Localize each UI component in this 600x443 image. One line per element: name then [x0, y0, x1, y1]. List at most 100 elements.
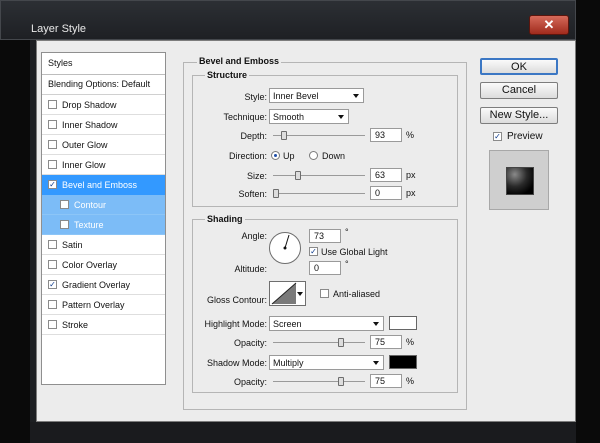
style-item-inner-glow[interactable]: Inner Glow	[42, 155, 165, 175]
direction-up-radio[interactable]	[271, 151, 280, 160]
style-item-texture[interactable]: Texture	[42, 215, 165, 235]
ok-button[interactable]: OK	[480, 58, 558, 75]
blending-options-item[interactable]: Blending Options: Default	[42, 75, 165, 95]
outer-glow-checkbox[interactable]	[48, 140, 57, 149]
gloss-contour-label: Gloss Contour:	[206, 295, 267, 305]
texture-checkbox[interactable]	[60, 220, 69, 229]
style-item-label: Inner Shadow	[62, 120, 118, 130]
style-item-stroke[interactable]: Stroke	[42, 315, 165, 335]
shadow-opacity-slider-handle[interactable]	[337, 377, 344, 386]
style-item-label: Inner Glow	[62, 160, 106, 170]
chevron-down-icon	[373, 322, 379, 326]
technique-label: Technique:	[223, 112, 267, 122]
size-slider-handle[interactable]	[294, 171, 301, 180]
soften-input[interactable]: 0	[370, 186, 402, 200]
window-bottom-border	[30, 422, 576, 443]
style-item-label: Stroke	[62, 320, 89, 330]
highlight-opacity-unit: %	[406, 337, 415, 347]
soften-slider-track[interactable]	[273, 193, 365, 194]
close-button[interactable]: ✕	[529, 15, 569, 35]
style-item-drop-shadow[interactable]: Drop Shadow	[42, 95, 165, 115]
close-icon: ✕	[543, 17, 555, 32]
highlight-opacity-input[interactable]: 75	[370, 335, 402, 349]
new-style-button[interactable]: New Style...	[480, 107, 558, 124]
color-overlay-checkbox[interactable]	[48, 260, 57, 269]
preview-swatch	[489, 150, 549, 210]
shadow-opacity-input[interactable]: 75	[370, 374, 402, 388]
gloss-contour-picker[interactable]	[269, 281, 306, 306]
shadow-color-swatch[interactable]	[389, 355, 417, 369]
angle-input[interactable]: 73	[309, 229, 341, 243]
altitude-label: Altitude:	[234, 264, 267, 274]
anti-aliased-checkbox[interactable]	[320, 289, 329, 298]
direction-down-label: Down	[322, 151, 346, 161]
style-item-label: Drop Shadow	[62, 100, 117, 110]
chevron-down-icon	[373, 361, 379, 365]
style-item-gradient-overlay[interactable]: ✓ Gradient Overlay	[42, 275, 165, 295]
style-dropdown[interactable]: Inner Bevel	[269, 88, 364, 103]
depth-slider-handle[interactable]	[280, 131, 287, 140]
shadow-mode-dropdown[interactable]: Multiply	[269, 355, 384, 370]
size-slider-track[interactable]	[273, 175, 365, 176]
direction-up-label: Up	[283, 151, 295, 161]
angle-dial-icon	[283, 234, 290, 250]
angle-label: Angle:	[241, 231, 267, 241]
styles-header[interactable]: Styles	[42, 53, 165, 75]
bevel-emboss-title: Bevel and Emboss	[197, 56, 282, 66]
size-input[interactable]: 63	[370, 168, 402, 182]
depth-input[interactable]: 93	[370, 128, 402, 142]
highlight-mode-label: Highlight Mode:	[204, 319, 267, 329]
shadow-opacity-slider-track[interactable]	[273, 381, 365, 382]
style-item-inner-shadow[interactable]: Inner Shadow	[42, 115, 165, 135]
direction-label: Direction:	[228, 151, 267, 161]
drop-shadow-checkbox[interactable]	[48, 100, 57, 109]
inner-shadow-checkbox[interactable]	[48, 120, 57, 129]
soften-slider-handle[interactable]	[273, 189, 279, 198]
gradient-overlay-checkbox[interactable]: ✓	[48, 280, 57, 289]
anti-aliased-label: Anti-aliased	[333, 289, 381, 299]
style-item-contour[interactable]: Contour	[42, 195, 165, 215]
cancel-button[interactable]: Cancel	[480, 82, 558, 99]
style-item-label: Contour	[74, 200, 107, 210]
highlight-mode-dropdown[interactable]: Screen	[269, 316, 384, 331]
pattern-overlay-checkbox[interactable]	[48, 300, 57, 309]
altitude-unit: °	[345, 259, 349, 269]
style-item-label: Texture	[74, 220, 104, 230]
direction-down-radio[interactable]	[309, 151, 318, 160]
title-bar: Layer Style ✕	[0, 0, 576, 40]
styles-list: Styles Blending Options: Default Drop Sh…	[41, 52, 166, 385]
altitude-input[interactable]: 0	[309, 261, 341, 275]
bevel-emboss-checkbox[interactable]: ✓	[48, 180, 57, 189]
stroke-checkbox[interactable]	[48, 320, 57, 329]
use-global-light-checkbox[interactable]: ✓	[309, 247, 318, 256]
style-item-outer-glow[interactable]: Outer Glow	[42, 135, 165, 155]
technique-dropdown[interactable]: Smooth	[269, 109, 349, 124]
satin-checkbox[interactable]	[48, 240, 57, 249]
technique-dropdown-value: Smooth	[273, 112, 305, 122]
angle-unit: °	[345, 227, 349, 237]
style-item-color-overlay[interactable]: Color Overlay	[42, 255, 165, 275]
highlight-opacity-slider-handle[interactable]	[337, 338, 344, 347]
chevron-down-icon	[297, 292, 303, 296]
shadow-opacity-unit: %	[406, 376, 415, 386]
inner-glow-checkbox[interactable]	[48, 160, 57, 169]
layer-style-dialog: Styles Blending Options: Default Drop Sh…	[36, 40, 576, 422]
style-item-satin[interactable]: Satin	[42, 235, 165, 255]
style-item-label: Satin	[62, 240, 83, 250]
style-item-label: Color Overlay	[62, 260, 118, 270]
style-item-label: Outer Glow	[62, 140, 108, 150]
chevron-down-icon	[338, 115, 344, 119]
angle-dial[interactable]	[269, 232, 301, 264]
contour-checkbox[interactable]	[60, 200, 69, 209]
style-item-bevel-and-emboss[interactable]: ✓ Bevel and Emboss	[42, 175, 165, 195]
shadow-mode-label: Shadow Mode:	[206, 358, 267, 368]
contour-icon	[271, 282, 297, 305]
shadow-mode-value: Multiply	[273, 358, 304, 368]
depth-unit: %	[406, 130, 415, 140]
preview-checkbox[interactable]: ✓	[493, 132, 502, 141]
style-item-pattern-overlay[interactable]: Pattern Overlay	[42, 295, 165, 315]
soften-label: Soften:	[238, 189, 267, 199]
highlight-color-swatch[interactable]	[389, 316, 417, 330]
highlight-opacity-slider-track[interactable]	[273, 342, 365, 343]
shading-title: Shading	[205, 214, 245, 224]
